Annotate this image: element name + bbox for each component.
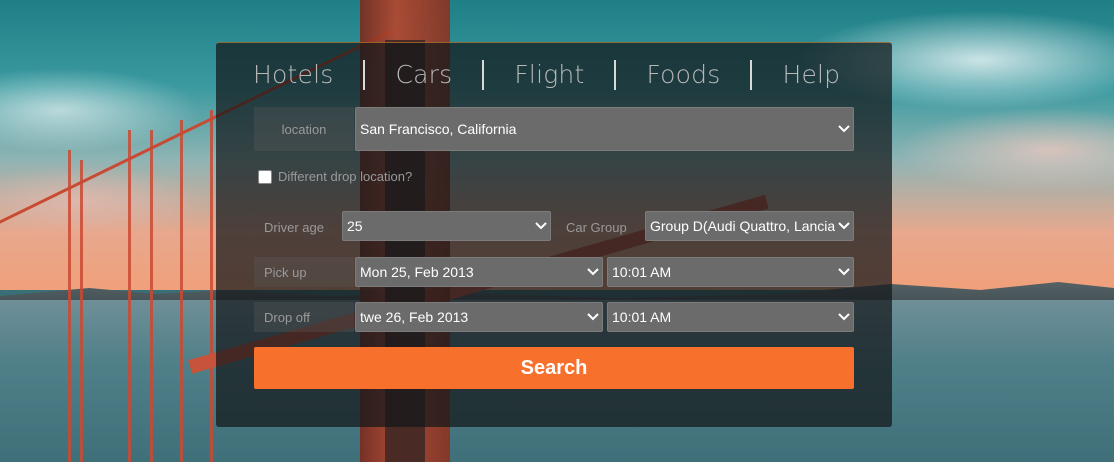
chevron-down-icon bbox=[835, 258, 853, 286]
nav-divider bbox=[614, 60, 617, 90]
driver-age-value: 25 bbox=[347, 218, 363, 234]
bridge-hanger bbox=[150, 130, 153, 462]
chevron-down-icon bbox=[532, 212, 550, 240]
location-select[interactable]: San Francisco, California bbox=[355, 107, 854, 151]
nav-divider bbox=[363, 60, 366, 90]
bridge-hanger bbox=[68, 150, 71, 462]
different-drop-label: Different drop location? bbox=[278, 169, 413, 184]
nav-flight[interactable]: Flight bbox=[514, 59, 584, 91]
different-drop-checkbox[interactable] bbox=[258, 170, 272, 184]
location-label: location bbox=[254, 107, 354, 151]
nav-cars[interactable]: Cars bbox=[395, 59, 452, 91]
dropoff-label: Drop off bbox=[254, 302, 354, 332]
pickup-date-value: Mon 25, Feb 2013 bbox=[360, 264, 474, 280]
nav-divider bbox=[482, 60, 485, 90]
bridge-hanger bbox=[80, 160, 83, 462]
pickup-date-select[interactable]: Mon 25, Feb 2013 bbox=[355, 257, 603, 287]
car-group-select[interactable]: Group D(Audi Quattro, Lancia D bbox=[645, 211, 854, 241]
car-group-value: Group D(Audi Quattro, Lancia D bbox=[650, 218, 835, 234]
nav-foods[interactable]: Foods bbox=[646, 59, 720, 91]
chevron-down-icon bbox=[835, 108, 853, 150]
chevron-down-icon bbox=[584, 258, 602, 286]
car-group-label: Car Group bbox=[566, 220, 627, 235]
dropoff-time-value: 10:01 AM bbox=[612, 309, 672, 325]
chevron-down-icon bbox=[835, 212, 853, 240]
pickup-time-select[interactable]: 10:01 AM bbox=[607, 257, 854, 287]
driver-age-select[interactable]: 25 bbox=[342, 211, 551, 241]
bridge-hanger bbox=[128, 130, 131, 462]
pickup-time-value: 10:01 AM bbox=[612, 264, 672, 280]
nav-divider bbox=[750, 60, 753, 90]
bridge-hanger bbox=[180, 120, 183, 462]
dropoff-time-select[interactable]: 10:01 AM bbox=[607, 302, 854, 332]
dropoff-date-select[interactable]: twe 26, Feb 2013 bbox=[355, 302, 603, 332]
search-panel: Hotels Cars Flight Foods Help location S… bbox=[216, 42, 892, 427]
bridge-hanger bbox=[210, 110, 213, 462]
driver-age-label: Driver age bbox=[264, 220, 324, 235]
pickup-label: Pick up bbox=[254, 257, 354, 287]
chevron-down-icon bbox=[835, 303, 853, 331]
search-button[interactable]: Search bbox=[254, 347, 854, 389]
dropoff-date-value: twe 26, Feb 2013 bbox=[360, 309, 469, 325]
location-value: San Francisco, California bbox=[360, 121, 517, 137]
chevron-down-icon bbox=[584, 303, 602, 331]
nav-hotels[interactable]: Hotels bbox=[253, 59, 333, 91]
nav-help[interactable]: Help bbox=[782, 59, 840, 91]
nav-bar: Hotels Cars Flight Foods Help bbox=[253, 57, 840, 93]
